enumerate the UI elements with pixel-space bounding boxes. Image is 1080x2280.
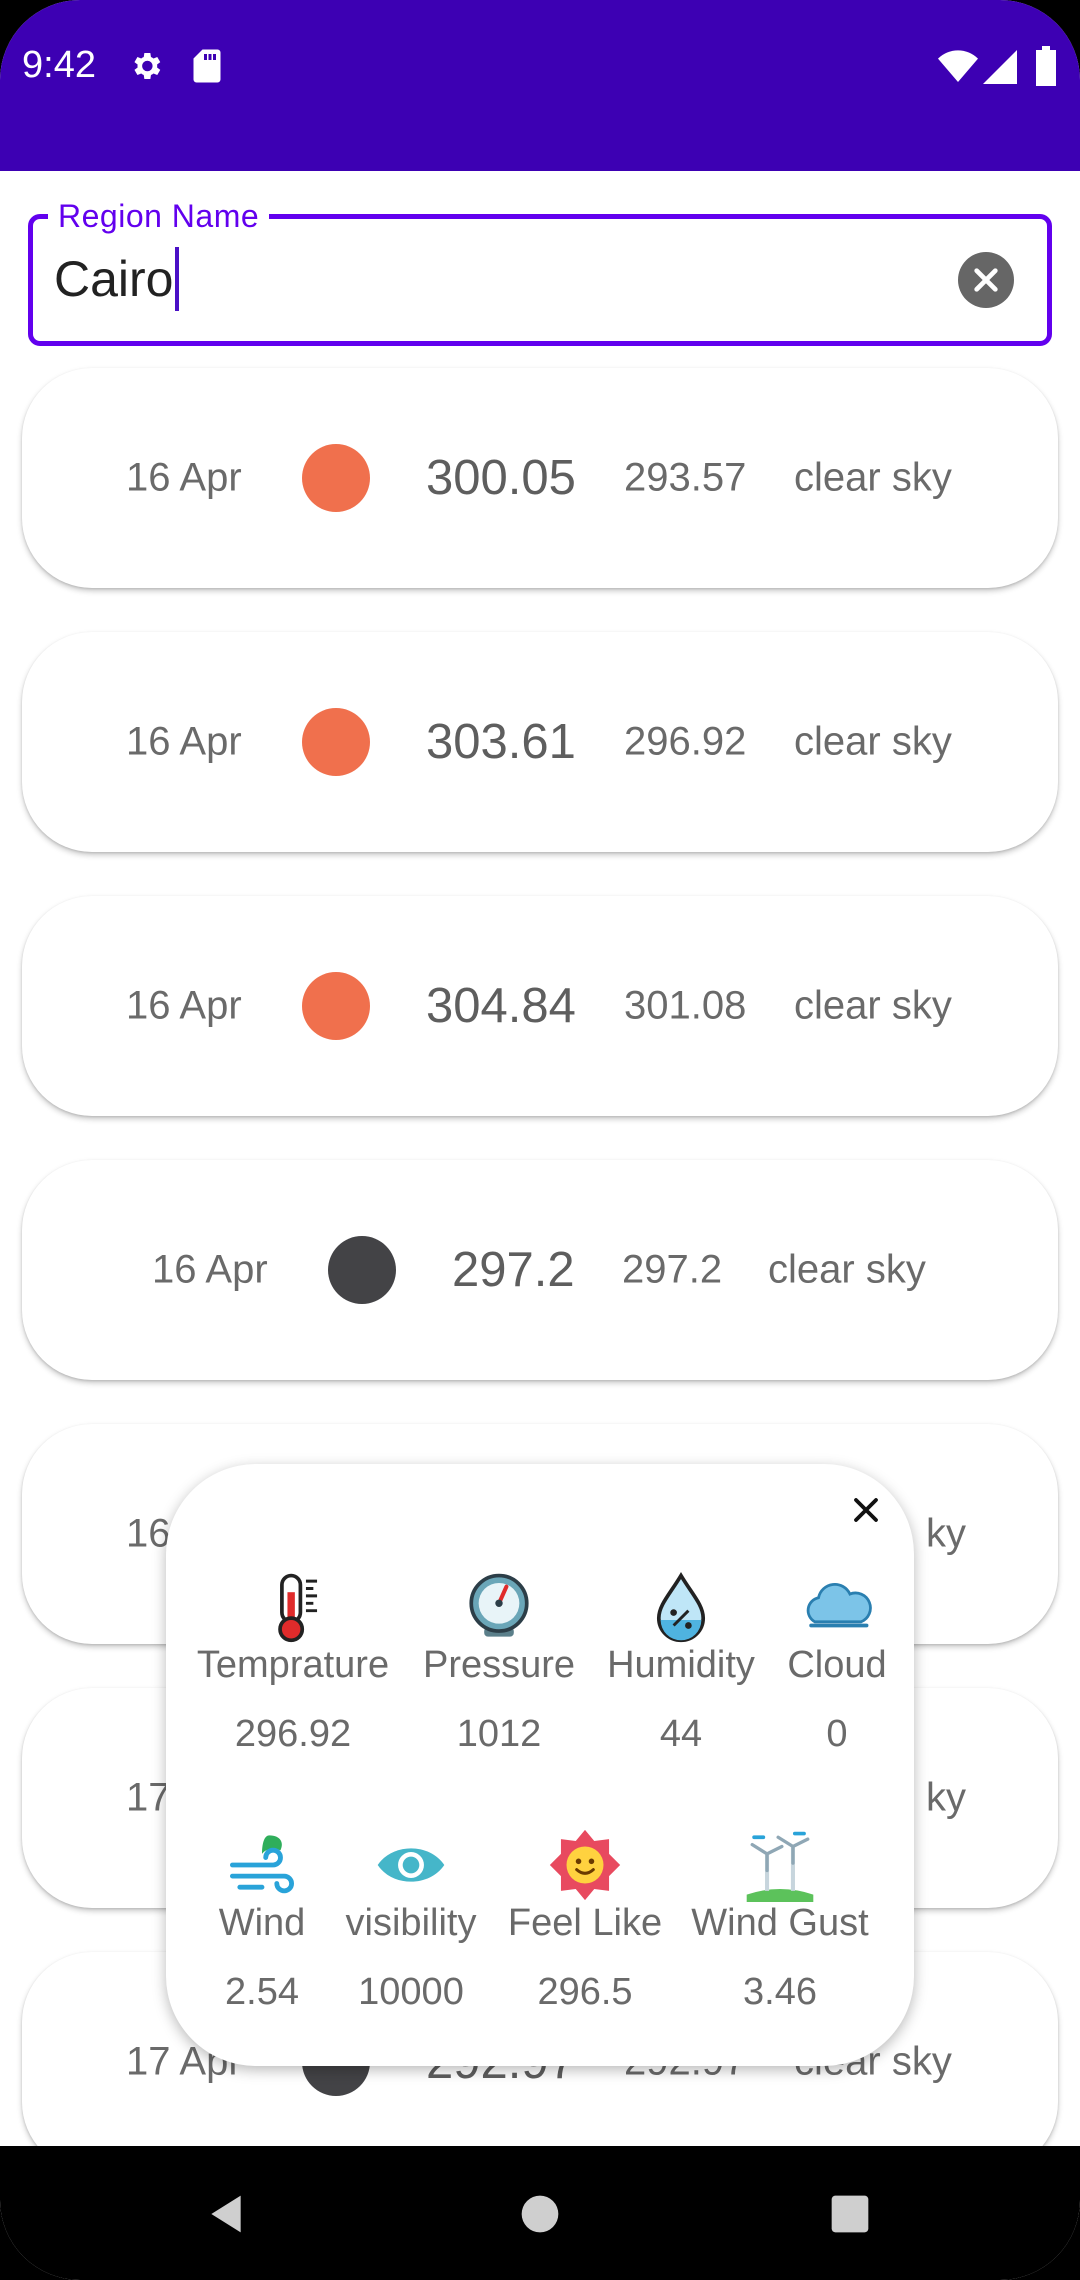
forecast-date: 16 Apr [126, 983, 242, 1028]
metric-value: 3.46 [743, 1971, 817, 2013]
weather-status-dot [302, 708, 370, 776]
metric-value: 296.92 [234, 1713, 352, 1755]
forecast-description: ky [926, 1511, 966, 1556]
forecast-description: clear sky [794, 719, 952, 764]
close-icon [974, 268, 998, 292]
wifi-icon [938, 50, 978, 82]
metric-label: Pressure [422, 1644, 576, 1686]
cloud-icon [806, 1582, 872, 1628]
metric-pressure: Pressure 1012 [394, 1570, 604, 1756]
forecast-description: ky [926, 1775, 966, 1820]
metric-label: Cloud [787, 1644, 887, 1686]
forecast-description: clear sky [768, 1247, 926, 1292]
settings-icon [134, 52, 161, 80]
forecast-date: 16 Apr [126, 455, 242, 500]
text-caret [175, 247, 179, 311]
humidity-drop-icon [656, 1571, 706, 1643]
back-icon[interactable] [204, 2192, 248, 2236]
app-screen: 9:42 Region Name Cairo 16 Apr 300.05 293… [0, 0, 1080, 2280]
eye-icon [377, 1848, 445, 1882]
status-time: 9:42 [22, 44, 96, 86]
metric-label: Feel Like [507, 1902, 663, 1944]
forecast-card[interactable]: 16 Apr 304.84 301.08 clear sky [22, 896, 1058, 1116]
forecast-temp: 297.2 [452, 1243, 575, 1297]
region-name-label: Region Name [48, 198, 270, 235]
forecast-date: 16 Apr [126, 719, 242, 764]
forecast-min-temp: 296.92 [624, 719, 747, 764]
pressure-gauge-icon [469, 1573, 529, 1637]
region-name-input[interactable]: Cairo [54, 250, 173, 308]
forecast-temp: 300.05 [426, 451, 576, 505]
wind-icon [229, 1835, 294, 1894]
thermometer-icon [278, 1573, 318, 1643]
home-icon[interactable] [518, 2192, 562, 2236]
weather-status-dot [302, 444, 370, 512]
metric-cloud: Cloud 0 [732, 1570, 942, 1756]
forecast-min-temp: 293.57 [624, 455, 747, 500]
sd-card-icon [193, 49, 221, 83]
metric-wind-gust: Wind Gust 3.46 [675, 1828, 885, 2014]
close-popup-button[interactable] [840, 1484, 892, 1536]
close-icon [854, 1498, 878, 1522]
status-bar: 9:42 [0, 0, 1080, 171]
metric-value: 296.5 [537, 1971, 633, 2013]
forecast-description: clear sky [794, 455, 952, 500]
forecast-card[interactable]: 16 Apr 297.2 297.2 clear sky [22, 1160, 1058, 1380]
metric-label: Temprature [196, 1644, 390, 1686]
forecast-card[interactable]: 16 Apr 300.05 293.57 clear sky [22, 368, 1058, 588]
signal-icon [983, 50, 1017, 84]
smiley-sun-icon [549, 1829, 621, 1901]
forecast-date: 16 [126, 1511, 171, 1556]
forecast-card[interactable]: 16 Apr 303.61 296.92 clear sky [22, 632, 1058, 852]
weather-status-dot [302, 972, 370, 1040]
clear-text-button[interactable] [958, 252, 1014, 308]
wind-turbine-icon [746, 1831, 814, 1902]
forecast-min-temp: 297.2 [622, 1247, 723, 1292]
metric-value: 1012 [456, 1713, 542, 1755]
forecast-temp: 303.61 [426, 715, 576, 769]
metric-temperature: Temprature 296.92 [188, 1570, 398, 1756]
forecast-date: 16 Apr [152, 1247, 268, 1292]
forecast-date: 17 [126, 1775, 171, 1820]
weather-status-dot [328, 1236, 396, 1304]
navigation-bar [0, 2146, 1080, 2280]
metric-value: 0 [826, 1713, 848, 1755]
battery-icon [1036, 46, 1056, 86]
metric-feel-like: Feel Like 296.5 [480, 1828, 690, 2014]
metric-label: Wind Gust [691, 1902, 869, 1944]
forecast-description: clear sky [794, 983, 952, 1028]
forecast-min-temp: 301.08 [624, 983, 747, 1028]
recents-icon[interactable] [828, 2192, 872, 2236]
forecast-temp: 304.84 [426, 979, 576, 1033]
